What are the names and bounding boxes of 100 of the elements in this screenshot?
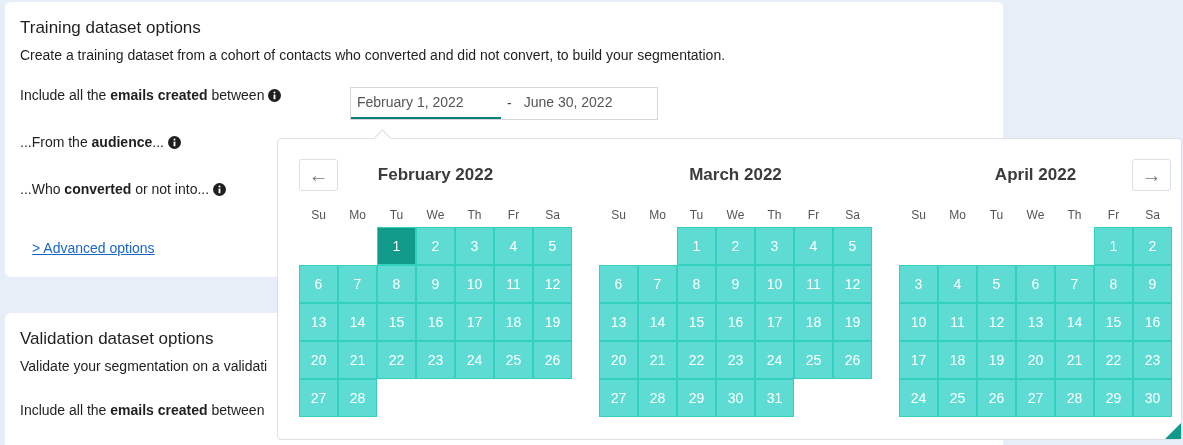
calendar-day[interactable]: 8 xyxy=(677,265,716,303)
calendar-day[interactable]: 10 xyxy=(455,265,494,303)
calendar-day[interactable]: 11 xyxy=(794,265,833,303)
calendar-day[interactable]: 15 xyxy=(677,303,716,341)
calendar-day[interactable]: 1 xyxy=(377,227,416,265)
calendar-day[interactable]: 2 xyxy=(416,227,455,265)
previous-month-button[interactable]: ← xyxy=(299,159,338,191)
calendar-day[interactable]: 17 xyxy=(455,303,494,341)
calendar-day[interactable]: 18 xyxy=(938,341,977,379)
calendar-day[interactable]: 29 xyxy=(1094,379,1133,417)
calendar-day[interactable]: 19 xyxy=(533,303,572,341)
calendar-day[interactable]: 16 xyxy=(1133,303,1172,341)
calendar-day[interactable]: 6 xyxy=(299,265,338,303)
calendar-day[interactable]: 14 xyxy=(338,303,377,341)
calendar-day[interactable]: 8 xyxy=(1094,265,1133,303)
calendar-day[interactable]: 23 xyxy=(1133,341,1172,379)
calendar-day[interactable]: 3 xyxy=(899,265,938,303)
calendar-day[interactable]: 23 xyxy=(716,341,755,379)
field-label: Include all the emails created between xyxy=(20,401,265,419)
calendar-day[interactable]: 11 xyxy=(938,303,977,341)
calendar-day[interactable]: 11 xyxy=(494,265,533,303)
calendar-day[interactable]: 4 xyxy=(938,265,977,303)
calendar-day[interactable]: 2 xyxy=(1133,227,1172,265)
calendar-day[interactable]: 20 xyxy=(299,341,338,379)
next-month-button[interactable]: → xyxy=(1132,159,1171,191)
calendar-day[interactable]: 30 xyxy=(716,379,755,417)
calendar-day[interactable]: 17 xyxy=(755,303,794,341)
calendar-day[interactable]: 7 xyxy=(338,265,377,303)
calendar-day[interactable]: 13 xyxy=(1016,303,1055,341)
calendar-day[interactable]: 26 xyxy=(533,341,572,379)
calendar-day[interactable]: 31 xyxy=(755,379,794,417)
calendar-day[interactable]: 3 xyxy=(455,227,494,265)
calendar-day[interactable]: 20 xyxy=(599,341,638,379)
info-icon[interactable] xyxy=(213,182,227,196)
calendar-day[interactable]: 22 xyxy=(377,341,416,379)
calendar-day[interactable]: 16 xyxy=(716,303,755,341)
calendar-day[interactable]: 15 xyxy=(1094,303,1133,341)
calendar-day[interactable]: 18 xyxy=(494,303,533,341)
calendar-day[interactable]: 12 xyxy=(977,303,1016,341)
calendar-day[interactable]: 8 xyxy=(377,265,416,303)
calendar-day[interactable]: 10 xyxy=(899,303,938,341)
weekday-label: Su xyxy=(911,207,926,224)
calendar-day[interactable]: 5 xyxy=(833,227,872,265)
calendar-day[interactable]: 21 xyxy=(338,341,377,379)
calendar-day[interactable]: 24 xyxy=(899,379,938,417)
calendar-day[interactable]: 7 xyxy=(638,265,677,303)
calendar-day[interactable]: 17 xyxy=(899,341,938,379)
calendar-day[interactable]: 14 xyxy=(1055,303,1094,341)
calendar-day[interactable]: 25 xyxy=(494,341,533,379)
calendar-day[interactable]: 10 xyxy=(755,265,794,303)
calendar-day[interactable]: 26 xyxy=(977,379,1016,417)
calendar-day[interactable]: 16 xyxy=(416,303,455,341)
calendar-day[interactable]: 13 xyxy=(599,303,638,341)
calendar-day[interactable]: 12 xyxy=(533,265,572,303)
calendar-day[interactable]: 18 xyxy=(794,303,833,341)
calendar-day[interactable]: 7 xyxy=(1055,265,1094,303)
calendar-day[interactable]: 27 xyxy=(1016,379,1055,417)
info-icon[interactable] xyxy=(268,88,282,102)
calendar-day[interactable]: 21 xyxy=(638,341,677,379)
calendar-day[interactable]: 24 xyxy=(455,341,494,379)
calendar-day[interactable]: 23 xyxy=(416,341,455,379)
calendar-day[interactable]: 24 xyxy=(755,341,794,379)
calendar-day[interactable]: 5 xyxy=(977,265,1016,303)
calendar-day[interactable]: 27 xyxy=(299,379,338,417)
calendar-day[interactable]: 2 xyxy=(716,227,755,265)
calendar-day[interactable]: 28 xyxy=(638,379,677,417)
calendar-day[interactable]: 22 xyxy=(677,341,716,379)
calendar-day[interactable]: 22 xyxy=(1094,341,1133,379)
calendar-day[interactable]: 1 xyxy=(1094,227,1133,265)
calendar-day[interactable]: 19 xyxy=(833,303,872,341)
calendar-day[interactable]: 12 xyxy=(833,265,872,303)
calendar-day[interactable]: 4 xyxy=(794,227,833,265)
calendar-day[interactable]: 6 xyxy=(1016,265,1055,303)
info-icon[interactable] xyxy=(167,135,181,149)
calendar-day[interactable]: 19 xyxy=(977,341,1016,379)
date-range-field[interactable]: February 1, 2022 - June 30, 2022 xyxy=(350,87,658,120)
calendar-day[interactable]: 29 xyxy=(677,379,716,417)
calendar-day[interactable]: 26 xyxy=(833,341,872,379)
calendar-day[interactable]: 9 xyxy=(416,265,455,303)
calendar-day[interactable]: 9 xyxy=(716,265,755,303)
calendar-day[interactable]: 28 xyxy=(1055,379,1094,417)
calendar-day[interactable]: 27 xyxy=(599,379,638,417)
calendar-day[interactable]: 30 xyxy=(1133,379,1172,417)
calendar-day[interactable]: 25 xyxy=(938,379,977,417)
calendar-day[interactable]: 6 xyxy=(599,265,638,303)
calendar-day[interactable]: 28 xyxy=(338,379,377,417)
calendar-day[interactable]: 14 xyxy=(638,303,677,341)
calendar-day[interactable]: 20 xyxy=(1016,341,1055,379)
calendar-day[interactable]: 13 xyxy=(299,303,338,341)
calendar-day[interactable]: 21 xyxy=(1055,341,1094,379)
advanced-options-link[interactable]: > Advanced options xyxy=(32,238,155,259)
date-input[interactable]: February 1, 2022 xyxy=(351,88,501,119)
calendar-day[interactable]: 4 xyxy=(494,227,533,265)
calendar-day[interactable]: 25 xyxy=(794,341,833,379)
calendar-day[interactable]: 9 xyxy=(1133,265,1172,303)
date-input[interactable]: June 30, 2022 xyxy=(517,88,619,119)
calendar-day[interactable]: 15 xyxy=(377,303,416,341)
calendar-day[interactable]: 3 xyxy=(755,227,794,265)
calendar-day[interactable]: 1 xyxy=(677,227,716,265)
calendar-day[interactable]: 5 xyxy=(533,227,572,265)
